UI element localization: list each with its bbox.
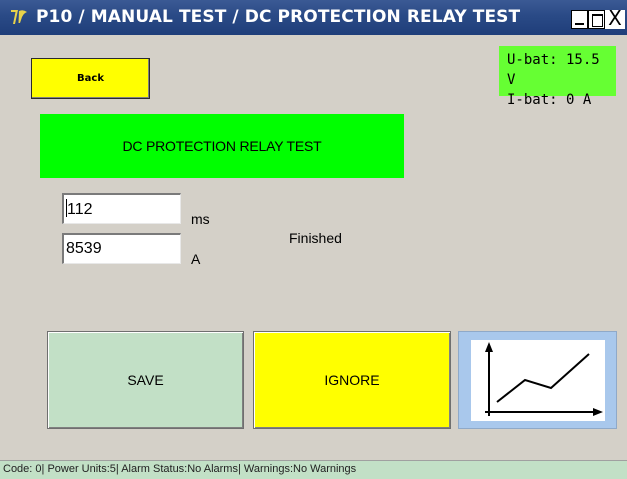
current-unit-label: A <box>191 251 201 267</box>
close-icon: X <box>608 6 622 30</box>
time-value: 112 <box>67 201 93 218</box>
battery-voltage: U-bat: 15.5 V <box>507 52 600 88</box>
graph-button[interactable] <box>458 331 617 429</box>
time-field[interactable]: 112 <box>62 193 181 224</box>
window-title: P10 / MANUAL TEST / DC PROTECTION RELAY … <box>36 7 521 27</box>
graph-panel <box>471 340 605 421</box>
close-button[interactable]: X <box>605 6 625 30</box>
battery-status: U-bat: 15.5 V I-bat: 0 A <box>499 46 616 108</box>
app-logo-icon <box>11 10 27 24</box>
current-value: 8539 <box>66 240 102 257</box>
minimize-button[interactable] <box>571 10 588 29</box>
status-bar: Code: 0| Power Units:5| Alarm Status:No … <box>0 460 627 479</box>
title-bar: P10 / MANUAL TEST / DC PROTECTION RELAY … <box>0 0 627 35</box>
battery-current: I-bat: 0 A <box>507 92 592 108</box>
line-chart-icon <box>485 342 603 416</box>
current-field[interactable]: 8539 <box>62 233 181 264</box>
maximize-button[interactable] <box>588 10 605 29</box>
test-status: Finished <box>289 230 342 246</box>
back-button[interactable]: Back <box>31 58 150 99</box>
ignore-button[interactable]: IGNORE <box>253 331 451 429</box>
save-button[interactable]: SAVE <box>47 331 244 429</box>
time-unit-label: ms <box>191 211 210 227</box>
test-title-banner: DC PROTECTION RELAY TEST <box>40 114 404 178</box>
